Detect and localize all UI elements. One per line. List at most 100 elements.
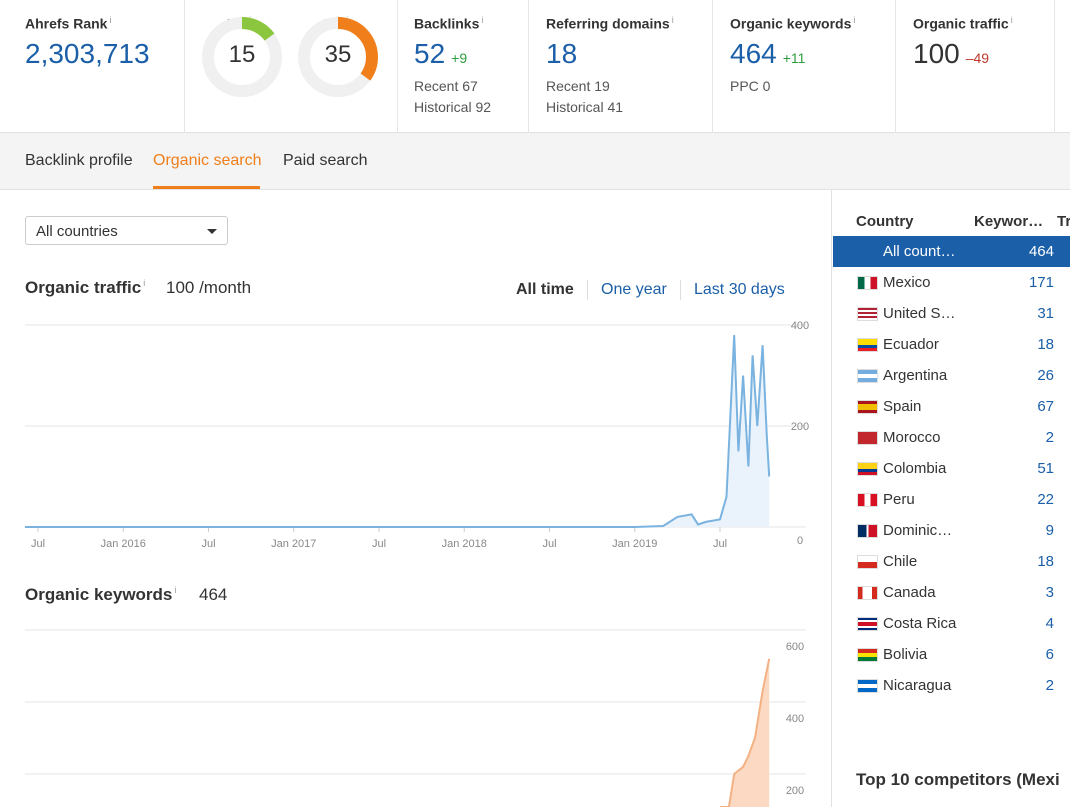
country-name[interactable]: United S… (883, 305, 965, 322)
organic-keywords-chart[interactable]: 600 400 200 (0, 622, 831, 807)
organic-traffic-chart[interactable]: 400 200 0 Jul Jan 2016 Jul Jan 2017 Jul Jan 2018… (0, 315, 831, 555)
ahrefs-rank-value[interactable]: 2,303,713 (25, 38, 150, 70)
country-name[interactable]: Mexico (883, 274, 965, 291)
country-keyword-count[interactable]: 18 (1037, 336, 1054, 353)
country-row-ni[interactable]: Nicaragua 2 (833, 670, 1070, 701)
country-column-header[interactable]: Country (856, 213, 914, 230)
info-icon[interactable]: i (853, 15, 855, 25)
y-tick-label: 200 (791, 421, 809, 433)
country-name[interactable]: Peru (883, 491, 965, 508)
country-name[interactable]: Nicaragua (883, 677, 965, 694)
backlinks-delta: +9 (451, 50, 468, 66)
traffic-column-header[interactable]: Tr (1057, 213, 1070, 230)
country-keyword-count[interactable]: 464 (1029, 243, 1054, 260)
keywords-column-header[interactable]: Keywor… (974, 213, 1043, 230)
ni-flag-icon (857, 679, 878, 693)
top-competitors-title: Top 10 competitors (Mexi (856, 770, 1060, 789)
mx-flag-icon (857, 276, 878, 290)
active-tab-indicator (153, 186, 260, 189)
info-icon[interactable]: i (109, 15, 111, 25)
country-row-mx[interactable]: Mexico 171 (833, 267, 1070, 298)
country-name[interactable]: Morocco (883, 429, 965, 446)
ca-flag-icon (857, 586, 878, 600)
info-icon[interactable]: i (672, 15, 674, 25)
es-flag-icon (857, 400, 878, 414)
country-name[interactable]: Chile (883, 553, 965, 570)
country-name[interactable]: Colombia (883, 460, 965, 477)
tab-paid-search[interactable]: Paid search (283, 152, 368, 170)
backlinks-recent[interactable]: Recent 67 (414, 78, 478, 94)
country-row-ec[interactable]: Ecuador 18 (833, 329, 1070, 360)
traffic-area (25, 335, 770, 527)
info-icon[interactable]: i (481, 15, 483, 25)
country-keyword-count[interactable]: 6 (1046, 646, 1054, 663)
country-row-cl[interactable]: Chile 18 (833, 546, 1070, 577)
country-row-ca[interactable]: Canada 3 (833, 577, 1070, 608)
country-row-cr[interactable]: Costa Rica 4 (833, 608, 1070, 639)
country-row-bo[interactable]: Bolivia 6 (833, 639, 1070, 670)
country-name[interactable]: Costa Rica (883, 615, 965, 632)
country-row-ar[interactable]: Argentina 26 (833, 360, 1070, 391)
country-name[interactable]: Dominic… (883, 522, 965, 539)
backlinks-label: Backlinks (414, 15, 480, 32)
country-row-do[interactable]: Dominic… 9 (833, 515, 1070, 546)
country-select[interactable]: All countries (25, 216, 228, 245)
country-keyword-count[interactable]: 67 (1037, 398, 1054, 415)
range-last-30-days[interactable]: Last 30 days (694, 281, 785, 299)
cr-flag-icon (857, 617, 878, 631)
backlinks-historical[interactable]: Historical 92 (414, 99, 491, 115)
country-row-ma[interactable]: Morocco 2 (833, 422, 1070, 453)
organic-keywords-chart-title: Organic keywords (25, 585, 173, 604)
country-row-us[interactable]: United S… 31 (833, 298, 1070, 329)
backlinks-card: Backlinks i 52 +9 Recent 67 Historical 92 (398, 0, 529, 133)
country-keyword-count[interactable]: 4 (1046, 615, 1054, 632)
country-keyword-count[interactable]: 31 (1037, 305, 1054, 322)
country-row-es[interactable]: Spain 67 (833, 391, 1070, 422)
country-name[interactable]: All count… (883, 243, 965, 260)
country-keyword-count[interactable]: 2 (1046, 429, 1054, 446)
referring-domains-value[interactable]: 18 (546, 38, 577, 70)
country-keyword-count[interactable]: 171 (1029, 274, 1054, 291)
tab-organic-search[interactable]: Organic search (153, 152, 262, 170)
referring-domains-recent[interactable]: Recent 19 (546, 78, 610, 94)
organic-keywords-value[interactable]: 464 (730, 38, 777, 69)
organic-traffic-delta: –49 (965, 50, 990, 66)
x-tick-label: Jul (201, 538, 215, 550)
country-name[interactable]: Canada (883, 584, 965, 601)
referring-domains-historical[interactable]: Historical 41 (546, 99, 623, 115)
country-name[interactable]: Argentina (883, 367, 965, 384)
y-tick-label: 0 (797, 535, 803, 547)
country-keyword-count[interactable]: 3 (1046, 584, 1054, 601)
country-keyword-count[interactable]: 22 (1037, 491, 1054, 508)
country-name[interactable]: Spain (883, 398, 965, 415)
country-keyword-count[interactable]: 51 (1037, 460, 1054, 477)
country-row-all[interactable]: All count… 464 (833, 236, 1070, 267)
range-one-year[interactable]: One year (601, 281, 667, 299)
ar-flag-icon (857, 369, 878, 383)
info-icon[interactable]: i (1011, 15, 1013, 25)
do-flag-icon (857, 524, 878, 538)
country-row-co[interactable]: Colombia 51 (833, 453, 1070, 484)
country-keyword-count[interactable]: 9 (1046, 522, 1054, 539)
country-keyword-count[interactable]: 18 (1037, 553, 1054, 570)
country-keyword-count[interactable]: 26 (1037, 367, 1054, 384)
backlinks-value[interactable]: 52 (414, 38, 445, 69)
dr-value[interactable]: 35 (296, 41, 380, 69)
info-icon[interactable]: i (143, 278, 145, 288)
pe-flag-icon (857, 493, 878, 507)
country-row-pe[interactable]: Peru 22 (833, 484, 1070, 515)
country-name[interactable]: Bolivia (883, 646, 965, 663)
info-icon[interactable]: i (174, 585, 176, 595)
caret-down-icon (207, 229, 217, 234)
x-tick-label: Jan 2017 (271, 538, 316, 550)
country-keyword-count[interactable]: 2 (1046, 677, 1054, 694)
y-tick-label: 600 (786, 641, 804, 653)
x-tick-label: Jul (31, 538, 45, 550)
tab-backlink-profile[interactable]: Backlink profile (25, 152, 133, 170)
x-tick-label: Jan 2019 (612, 538, 657, 550)
organic-traffic-value[interactable]: 100 (913, 38, 960, 69)
ur-value[interactable]: 15 (200, 41, 284, 69)
range-all-time[interactable]: All time (516, 281, 574, 299)
organic-traffic-chart-value: 100 /month (166, 278, 252, 297)
country-name[interactable]: Ecuador (883, 336, 965, 353)
